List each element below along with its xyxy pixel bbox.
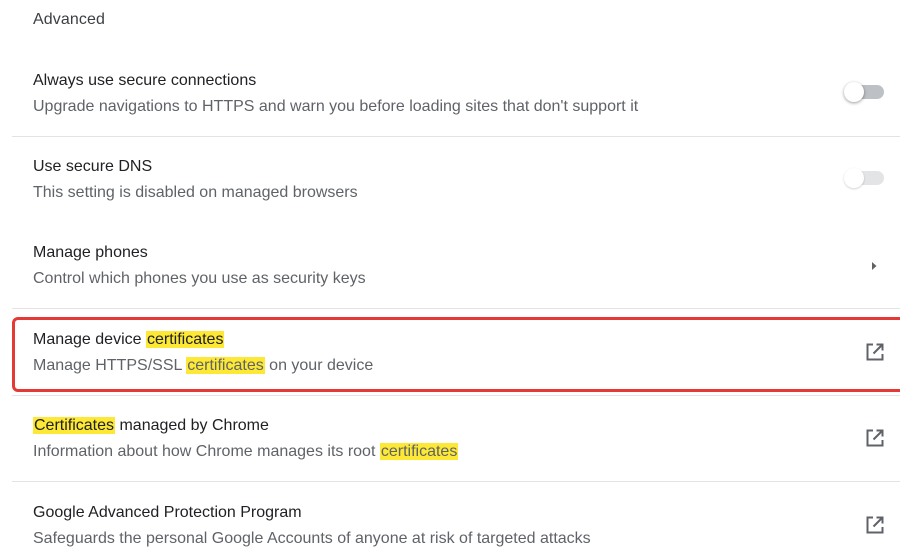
setting-description: Safeguards the personal Google Accounts … <box>33 530 591 547</box>
setting-description: Information about how Chrome manages its… <box>33 441 459 463</box>
toggle-knob <box>844 82 864 102</box>
search-match-highlight: Certificates <box>33 417 116 434</box>
label-text: Manage device <box>33 331 146 348</box>
setting-description: Upgrade navigations to HTTPS and warn yo… <box>33 98 639 115</box>
secure-dns-toggle <box>844 167 886 188</box>
setting-row-manage-phones[interactable]: Manage phones Control which phones you u… <box>12 242 900 302</box>
setting-label: Always use secure connections <box>33 72 257 89</box>
search-match-highlight: certificates <box>145 331 225 348</box>
description-text: on your device <box>264 357 374 374</box>
toggle-knob <box>844 168 864 188</box>
setting-description: This setting is disabled on managed brow… <box>33 184 358 201</box>
divider <box>12 481 900 482</box>
section-title: Advanced <box>33 11 105 28</box>
open-in-new-icon[interactable] <box>864 341 886 363</box>
search-match-highlight: certificates <box>379 443 459 460</box>
setting-label: Google Advanced Protection Program <box>33 504 302 521</box>
divider <box>12 308 900 309</box>
setting-label: Manage phones <box>33 244 148 261</box>
settings-page: Advanced Always use secure connections U… <box>0 0 900 548</box>
setting-label: Manage device certificates <box>33 329 373 351</box>
search-match-highlight: certificates <box>186 357 265 374</box>
open-in-new-icon[interactable] <box>864 427 886 449</box>
setting-label: Certificates managed by Chrome <box>33 415 458 437</box>
label-text: managed by Chrome <box>115 417 269 434</box>
setting-row-manage-device-certificates[interactable]: Manage device certificates Manage HTTPS/… <box>12 329 900 389</box>
divider <box>12 395 900 396</box>
setting-description: Manage HTTPS/SSL certificates on your de… <box>33 355 373 377</box>
setting-row-secure-connections[interactable]: Always use secure connections Upgrade na… <box>12 70 900 130</box>
description-text: Manage HTTPS/SSL <box>33 357 187 374</box>
setting-row-advanced-protection[interactable]: Google Advanced Protection Program Safeg… <box>12 502 900 548</box>
setting-description: Control which phones you use as security… <box>33 270 366 287</box>
setting-label: Use secure DNS <box>33 158 153 175</box>
arrow-right-icon[interactable] <box>869 259 879 273</box>
description-text: Information about how Chrome manages its… <box>33 443 380 460</box>
setting-row-secure-dns[interactable]: Use secure DNS This setting is disabled … <box>12 156 900 216</box>
secure-connections-toggle[interactable] <box>844 81 886 102</box>
divider <box>12 136 900 137</box>
open-in-new-icon[interactable] <box>864 514 886 536</box>
setting-row-certificates-managed-by-chrome[interactable]: Certificates managed by Chrome Informati… <box>12 415 900 475</box>
